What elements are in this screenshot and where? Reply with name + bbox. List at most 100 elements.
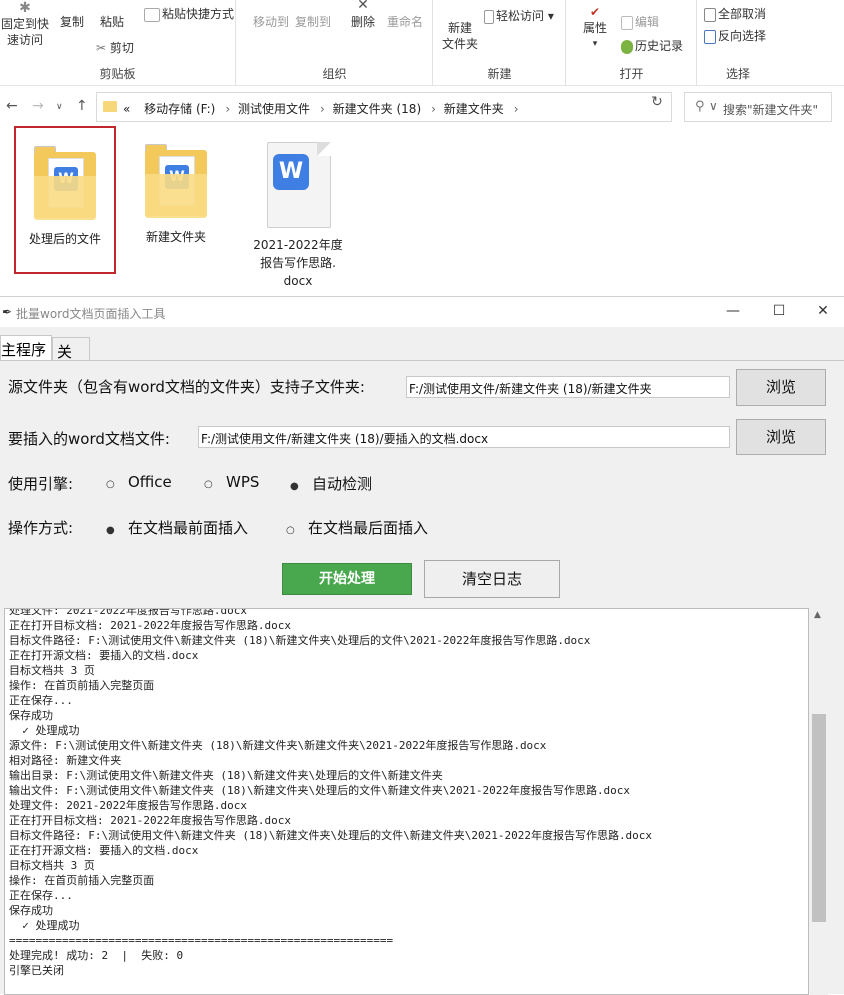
log-line: 处理文件: 2021-2022年度报告写作思路.docx — [9, 799, 247, 812]
engine-wps-radio[interactable]: ○ WPS — [204, 473, 259, 491]
log-line: 引擎已关闭 — [9, 964, 64, 977]
browse-source-button[interactable]: 浏览 — [736, 369, 826, 406]
up-arrow-icon[interactable]: ↑ — [76, 98, 88, 114]
maximize-button[interactable]: ☐ — [764, 303, 794, 319]
log-line: 处理文件: 2021-2022年度报告写作思路.docx — [9, 608, 247, 617]
copy-button[interactable]: 复制 — [54, 0, 90, 30]
mode-back-radio[interactable]: ○ 在文档最后面插入 — [286, 517, 428, 538]
move-to-button[interactable]: 移动到 — [251, 0, 291, 30]
log-line: 处理完成! 成功: 2 | 失败: 0 — [9, 949, 184, 962]
scroll-up-icon[interactable]: ▲ — [814, 610, 821, 620]
log-line: ========================================… — [9, 934, 394, 947]
engine-label: 使用引擎: — [8, 475, 74, 493]
file-label-line3: docx — [283, 274, 313, 288]
file-item-processed-folder[interactable]: W 处理后的文件 — [14, 126, 116, 274]
clipboard-group-label: 剪贴板 — [99, 67, 136, 81]
clipboard-group: ✱ 固定到快 速访问 复制 粘贴 粘贴快捷方式 ✂ 剪切 剪贴板 — [0, 0, 236, 86]
copy-to-button[interactable]: 复制到 — [293, 0, 333, 30]
browse-insert-button[interactable]: 浏览 — [736, 419, 826, 455]
file-item-new-folder[interactable]: W 新建文件夹 — [126, 126, 226, 246]
new-group-label: 新建 — [487, 67, 512, 81]
new-folder-button[interactable]: 新建 文件夹 — [438, 10, 482, 52]
log-line: 正在保存... — [9, 889, 73, 902]
source-folder-label: 源文件夹（包含有word文档的文件夹）支持子文件夹: — [8, 378, 365, 396]
log-line: 目标文档共 3 页 — [9, 664, 95, 677]
main-panel: 源文件夹（包含有word文档的文件夹）支持子文件夹: F:/测试使用文件/新建文… — [0, 360, 844, 995]
history-button[interactable]: 历史记录 — [621, 38, 683, 54]
log-output[interactable]: 处理文件: 2021-2022年度报告写作思路.docx 正在打开目标文档: 20… — [4, 608, 809, 995]
feather-icon: ✒ — [2, 305, 13, 319]
log-line: 目标文件路径: F:\测试使用文件\新建文件夹 (18)\新建文件夹\处理后的文… — [9, 829, 653, 842]
radio-selected-icon: ● — [290, 481, 299, 492]
radio-unselected-icon: ○ — [286, 525, 295, 536]
pin-quick-access-button[interactable]: ✱ 固定到快 速访问 — [0, 0, 50, 48]
delete-x-icon: ✕ — [357, 0, 369, 13]
file-label: 处理后的文件 — [28, 232, 101, 246]
folder-icon: W — [145, 144, 207, 218]
cut-button[interactable]: ✂ 剪切 — [96, 40, 134, 56]
invert-selection-button[interactable]: 反向选择 — [704, 28, 766, 44]
search-placeholder: 搜索"新建文件夹" — [723, 103, 819, 117]
recent-chevron-icon[interactable]: ∨ — [56, 102, 63, 112]
address-bar[interactable]: « 移动存储 (F:) › 测试使用文件 › 新建文件夹 (18) › 新建文件夹 › … — [96, 92, 718, 122]
refresh-icon[interactable]: ↻ — [646, 94, 668, 110]
delete-button[interactable]: ✕ 删除 — [345, 0, 381, 30]
log-line: 正在打开目标文档: 2021-2022年度报告写作思路.docx — [9, 814, 291, 827]
file-list: W 处理后的文件 W 新建文件夹 W 2021-2022年度 报告写作思路. d… — [0, 126, 844, 294]
paste-button[interactable]: 粘贴 — [94, 0, 130, 30]
breadcrumb-drive[interactable]: 移动存储 (F:) — [144, 102, 215, 116]
log-lines: 处理文件: 2021-2022年度报告写作思路.docx 正在打开目标文档: 20… — [9, 608, 653, 978]
breadcrumb-overflow[interactable]: « — [123, 102, 130, 116]
title-bar: ✒ 批量word文档页面插入工具 — ☐ ✕ — [0, 297, 844, 327]
tab-main[interactable]: 主程序 — [0, 335, 52, 361]
log-line: 输出文件: F:\测试使用文件\新建文件夹 (18)\新建文件夹\处理后的文件\… — [9, 784, 631, 797]
explorer-ribbon: ✱ 固定到快 速访问 复制 粘贴 粘贴快捷方式 ✂ 剪切 剪贴板 移动到 复制到 — [0, 0, 844, 86]
engine-auto-radio[interactable]: ● 自动检测 — [290, 473, 372, 494]
paste-shortcut-button[interactable]: 粘贴快捷方式 — [144, 6, 234, 22]
tab-about[interactable]: 关于 — [52, 337, 90, 382]
address-row: ← → ∨ ↑ « 移动存储 (F:) › 测试使用文件 › 新建文件夹 (18) ›… — [0, 88, 844, 126]
clear-log-button[interactable]: 清空日志 — [424, 560, 560, 598]
log-line: 操作: 在首页前插入完整页面 — [9, 874, 155, 887]
source-folder-field[interactable]: F:/测试使用文件/新建文件夹 (18)/新建文件夹 — [406, 376, 730, 398]
log-line: 目标文档共 3 页 — [9, 859, 95, 872]
log-line: 操作: 在首页前插入完整页面 — [9, 679, 155, 692]
breadcrumb-folder-18[interactable]: 新建文件夹 (18) — [333, 102, 421, 116]
search-input[interactable]: ⚲ 搜索"新建文件夹" — [684, 92, 832, 122]
scroll-thumb[interactable] — [812, 714, 826, 922]
close-button[interactable]: ✕ — [808, 303, 838, 319]
easy-access-button[interactable]: 轻松访问 ▾ — [484, 8, 554, 24]
log-line: 源文件: F:\测试使用文件\新建文件夹 (18)\新建文件夹\新建文件夹\20… — [9, 739, 547, 752]
insert-file-field[interactable]: F:/测试使用文件/新建文件夹 (18)/要插入的文档.docx — [198, 426, 730, 448]
file-item-docx[interactable]: W 2021-2022年度 报告写作思路. docx — [246, 126, 350, 290]
mode-front-radio[interactable]: ● 在文档最前面插入 — [106, 517, 248, 538]
engine-office-radio[interactable]: ○ Office — [106, 473, 172, 491]
minimize-button[interactable]: — — [718, 303, 748, 319]
select-group-label: 选择 — [726, 67, 751, 81]
log-scrollbar[interactable]: ▲ — [810, 608, 828, 995]
breadcrumb-new-folder[interactable]: 新建文件夹 — [444, 102, 504, 116]
checkmark-icon: ✔ — [589, 5, 601, 19]
radio-selected-icon: ● — [106, 525, 115, 536]
log-line: 正在打开源文档: 要插入的文档.docx — [9, 649, 199, 662]
select-group: 全部取消 反向选择 选择 — [698, 0, 844, 86]
file-label: 新建文件夹 — [145, 230, 206, 244]
mode-label: 操作方式: — [8, 519, 74, 537]
rename-button[interactable]: 重命名 — [385, 0, 425, 30]
back-arrow-icon[interactable]: ← — [6, 98, 18, 114]
breadcrumb-test-files[interactable]: 测试使用文件 — [238, 102, 310, 116]
word-icon: W — [273, 154, 309, 190]
select-none-button[interactable]: 全部取消 — [704, 6, 766, 22]
radio-unselected-icon: ○ — [204, 479, 213, 490]
history-icon — [621, 39, 633, 54]
start-button[interactable]: 开始处理 — [282, 563, 412, 595]
folder-icon: W — [34, 146, 96, 220]
tool-window: ✒ 批量word文档页面插入工具 — ☐ ✕ 主程序 关于 源文件夹（包含有wo… — [0, 296, 844, 995]
open-group-label: 打开 — [619, 67, 644, 81]
log-line: 输出目录: F:\测试使用文件\新建文件夹 (18)\新建文件夹\处理后的文件\… — [9, 769, 443, 782]
properties-button[interactable]: ✔ 属性 ▾ — [575, 4, 615, 52]
edit-button[interactable]: 编辑 — [621, 14, 659, 30]
forward-arrow-icon[interactable]: → — [32, 98, 44, 114]
select-none-icon — [704, 7, 716, 22]
window-title: 批量word文档页面插入工具 — [16, 307, 166, 321]
